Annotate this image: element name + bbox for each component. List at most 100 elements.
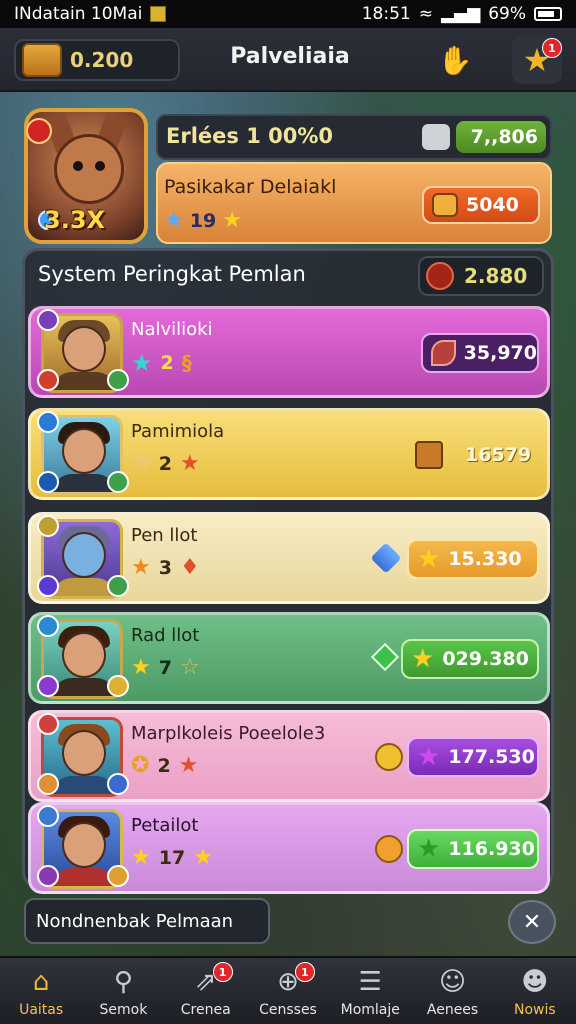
class-badge-icon (37, 411, 59, 433)
ranking-total-chip[interactable]: 2.880 (418, 256, 544, 296)
player-score[interactable]: ★ 116.930 (407, 829, 539, 869)
hand-coin-icon[interactable]: ✋ (432, 42, 478, 78)
nav-item-list[interactable]: ☰ Momlaje (329, 958, 411, 1024)
nav-label: Aenees (426, 1002, 479, 1018)
orange-star-icon: ★ (131, 555, 151, 580)
class-badge-icon (37, 615, 59, 637)
hero-face (54, 134, 124, 204)
player-star-count: 17 (158, 846, 186, 869)
top-bar: 0.200 Palveliaia ✋ ★ 1 (0, 28, 576, 92)
hero-multiplier: 3.3X (44, 206, 106, 234)
level-badge-icon (107, 773, 129, 795)
hero-card[interactable]: 3.3X Erlées 1 00%0 7,,806 Pasikakar Dela… (20, 104, 556, 248)
nav-label: Semok (99, 1002, 148, 1018)
list-icon: ☰ (358, 967, 382, 997)
player-score[interactable]: ★ 029.380 (401, 639, 539, 679)
notice-field[interactable]: Nondnenbak Pelmaan (24, 898, 270, 944)
gold-star-icon: ★ (131, 845, 151, 870)
player-score[interactable]: ★ 177.530 (407, 737, 539, 777)
teal-star-icon: ★ (131, 349, 153, 377)
player-stars: ★ 2 § (131, 349, 192, 377)
close-button[interactable]: ✕ (508, 900, 556, 944)
avatar-head (62, 632, 106, 678)
green-gem-icon (370, 642, 400, 672)
level-badge-icon (37, 675, 59, 697)
stone-icon (422, 124, 450, 150)
home-icon: ⌂ (32, 967, 50, 997)
face-icon: ☺ (438, 967, 467, 997)
user-icon: ⚲ (113, 967, 133, 997)
avatar-head (62, 428, 106, 474)
ranking-row[interactable]: Marplkoleis Poeelole3 ✪ 2 ★ ★ 177.530 (28, 710, 550, 802)
player-score[interactable]: ★ 15.330 (407, 539, 539, 579)
coin-bag-icon (432, 193, 458, 217)
player-star-count: 2 (160, 352, 174, 374)
nav-label: Momlaje (340, 1002, 400, 1018)
nav-item-home[interactable]: ⌂ Uaitas (0, 958, 82, 1024)
avatar-head (62, 822, 106, 868)
hero-name: Pasikakar Delaiakl (164, 176, 337, 198)
hero-stars: ★ 19 ★ (164, 208, 242, 233)
silver-star-icon: ☆ (131, 451, 151, 476)
nav-item-search[interactable]: ⚲ Semok (82, 958, 164, 1024)
hero-stars-count: 19 (189, 209, 217, 232)
hero-header-label: Erlées 1 00%0 (166, 124, 333, 148)
gold-star-icon: ★ (131, 655, 151, 680)
carrier-text: INdatain 10Mai (14, 4, 143, 24)
level-badge-icon (37, 865, 59, 887)
player-name: Pen llot (131, 525, 198, 546)
ranking-row[interactable]: Petailot ★ 17 ★ ★ 116.930 (28, 802, 550, 894)
nav-label: Crenea (180, 1002, 231, 1018)
gold-star-icon: ★ (417, 544, 441, 574)
ranking-title: System Peringkat Pemlan (38, 262, 306, 286)
gold-star-icon: ★ (193, 845, 213, 870)
nav-badge: 1 (212, 962, 233, 982)
player-score-value: 15.330 (448, 548, 522, 570)
nav-item-share[interactable]: ⇗ 1 Crenea (165, 958, 247, 1024)
level-badge-icon (37, 575, 59, 597)
player-score[interactable]: 35,970 (421, 333, 539, 373)
player-stars: ★ 17 ★ (131, 845, 213, 870)
purple-star-icon: ★ (417, 742, 441, 772)
avatar-head (62, 730, 106, 776)
player-score[interactable]: 16579 (459, 435, 549, 475)
ranking-row[interactable]: Pamimiola ☆ 2 ★ 16579 (28, 408, 550, 500)
clock-text: 18:51 (361, 4, 411, 24)
class-badge-icon (37, 309, 59, 331)
player-score-value: 177.530 (448, 746, 535, 768)
gold-blob-icon (375, 743, 403, 771)
cube-icon (150, 6, 167, 22)
rank-medal-icon (26, 118, 52, 144)
player-star-count: 7 (158, 656, 172, 679)
ranking-row[interactable]: Pen llot ★ 3 ♦ ★ 15.330 (28, 512, 550, 604)
level-badge-icon (37, 369, 59, 391)
ranking-row[interactable]: Nalvilioki ★ 2 § 35,970 (28, 306, 550, 398)
hero-reward-button[interactable]: 5040 (422, 186, 540, 224)
level-badge-icon (37, 471, 59, 493)
player-score-value: 35,970 (463, 342, 537, 364)
ranking-row[interactable]: Rad llot ★ 7 ☆ ★ 029.380 (28, 612, 550, 704)
nav-item-globe[interactable]: ⊕ 1 Censses (247, 958, 329, 1024)
nav-item-face[interactable]: ☺ Aenees (411, 958, 493, 1024)
bottom-navigation: ⌂ Uaitas ⚲ Semok ⇗ 1 Crenea ⊕ 1 Censses … (0, 956, 576, 1024)
avatar-head (62, 532, 106, 578)
avatar-head (62, 326, 106, 372)
battery-icon (534, 7, 562, 21)
gold-star-outline-icon: ☆ (179, 655, 200, 680)
rank-badge-icon (107, 865, 129, 887)
player-stars: ★ 3 ♦ (131, 555, 200, 580)
currency-display[interactable]: 0.200 (14, 39, 180, 81)
gold-star-icon: ★ (222, 208, 242, 233)
nav-item-profile[interactable]: ☻ Nowis (494, 958, 576, 1024)
player-name: Pamimiola (131, 421, 225, 442)
flame-icon: ♦ (179, 555, 200, 580)
class-badge-icon (37, 515, 59, 537)
currency-value: 0.200 (70, 48, 134, 72)
flame-icon: § (181, 351, 192, 375)
cross-badge-icon (107, 675, 129, 697)
green-star-icon: ★ (417, 834, 441, 864)
star-notification-button[interactable]: ★ 1 (512, 36, 562, 84)
player-star-count: 2 (158, 452, 172, 475)
hero-info-bar: Pasikakar Delaiakl ★ 19 ★ 5040 (156, 162, 552, 244)
class-badge-icon (37, 805, 59, 827)
